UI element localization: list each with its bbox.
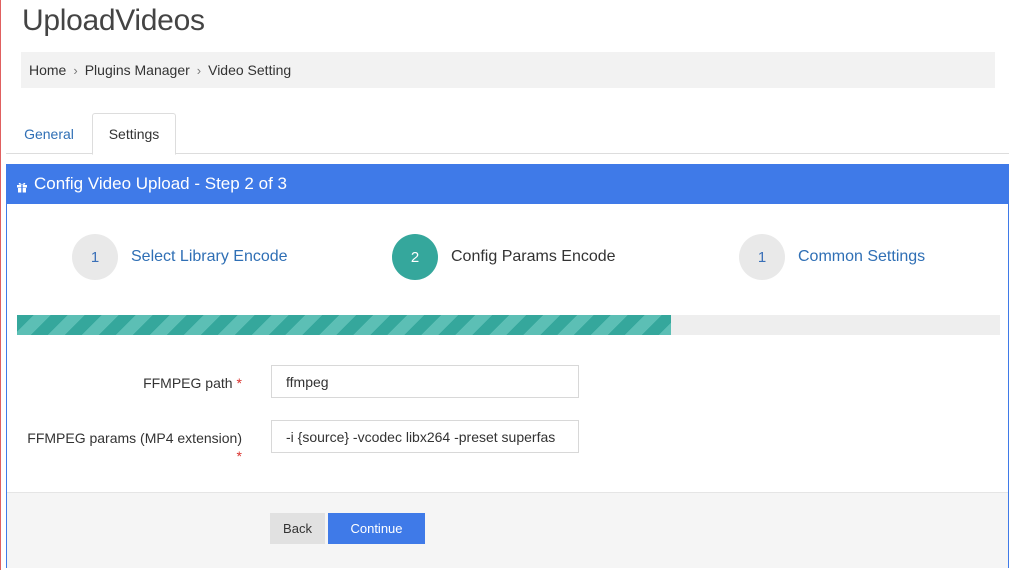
left-edge-line xyxy=(0,0,1,570)
step-number: 2 xyxy=(392,234,438,280)
step-label: Select Library Encode xyxy=(131,248,288,265)
continue-button[interactable]: Continue xyxy=(328,513,425,544)
ffmpeg-params-label: FFMPEG params (MP4 extension) xyxy=(27,430,242,446)
page-title: UploadVideos xyxy=(22,4,205,37)
breadcrumb-plugins-manager[interactable]: Plugins Manager xyxy=(85,62,190,78)
required-mark: * xyxy=(236,448,242,464)
panel-header: Config Video Upload - Step 2 of 3 xyxy=(6,164,1009,204)
progress-bar-fill xyxy=(17,315,671,335)
step-label: Config Params Encode xyxy=(451,248,616,265)
breadcrumb-current: Video Setting xyxy=(208,62,292,78)
required-mark: * xyxy=(236,375,242,391)
ffmpeg-path-label: FFMPEG path * xyxy=(143,375,242,391)
tab-settings[interactable]: Settings xyxy=(92,113,176,155)
breadcrumb-home[interactable]: Home xyxy=(29,62,66,78)
step-label: Common Settings xyxy=(798,248,926,265)
step-number: 1 xyxy=(739,234,785,280)
breadcrumb-separator: › xyxy=(73,62,78,78)
tab-general[interactable]: General xyxy=(12,113,86,154)
panel-title: Config Video Upload - Step 2 of 3 xyxy=(34,174,287,193)
breadcrumb-separator: › xyxy=(196,62,202,78)
step-config-params-encode: 2 Config Params Encode xyxy=(392,234,616,280)
ffmpeg-path-input[interactable] xyxy=(271,365,579,398)
wizard-steps: 1 Select Library Encode 2 Config Params … xyxy=(7,234,1010,282)
step-select-library-encode[interactable]: 1 Select Library Encode xyxy=(72,234,288,280)
tab-bar: General Settings xyxy=(6,113,1009,155)
gift-icon xyxy=(16,178,28,193)
ffmpeg-params-input[interactable] xyxy=(271,420,579,453)
step-number: 1 xyxy=(72,234,118,280)
form-footer: Back Continue xyxy=(7,492,1008,568)
back-button[interactable]: Back xyxy=(270,513,325,544)
progress-bar xyxy=(17,315,1000,335)
config-panel: Config Video Upload - Step 2 of 3 1 Sele… xyxy=(6,164,1009,568)
step-common-settings[interactable]: 1 Common Settings xyxy=(739,234,925,280)
breadcrumb: Home › Plugins Manager › Video Setting xyxy=(21,52,995,88)
